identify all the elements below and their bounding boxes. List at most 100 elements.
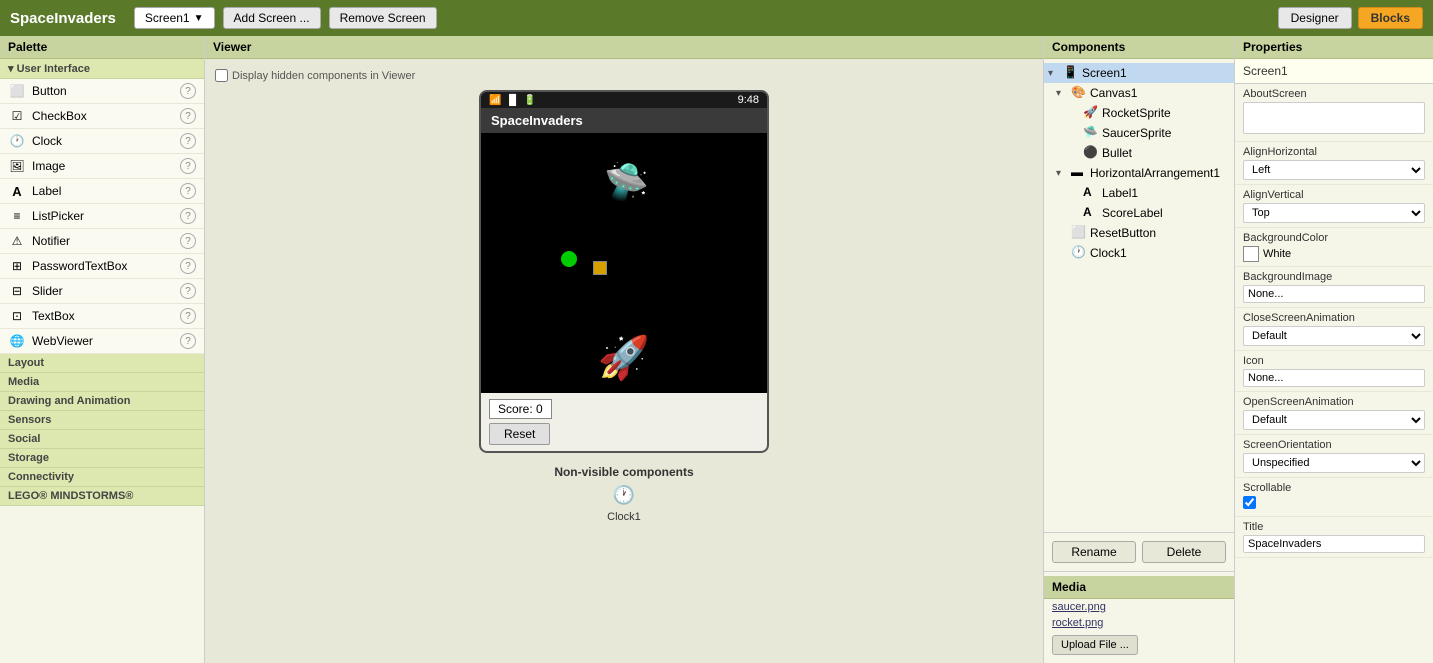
backgroundcolor-swatch[interactable] [1243,246,1259,262]
signal-icon: ▐▌ [505,95,519,106]
comp-clock1[interactable]: 🕐 Clock1 [1044,243,1234,263]
comp-canvas1[interactable]: ▾ 🎨 Canvas1 [1044,83,1234,103]
hidden-components-row: Display hidden components in Viewer [215,69,1033,82]
properties-screen-label: Screen1 [1235,59,1433,84]
game-rocket: 🚀 [598,334,650,383]
ha1-icon: ▬ [1071,165,1087,181]
game-ball [561,251,577,267]
upload-file-button[interactable]: Upload File ... [1052,635,1138,655]
prop-closescreenanimation: CloseScreenAnimation DefaultFadeZoom [1235,308,1433,351]
palette-item-listpicker[interactable]: ≡ ListPicker ? [0,204,204,229]
clock-help[interactable]: ? [180,133,196,149]
hidden-components-label: Display hidden components in Viewer [232,70,415,82]
component-actions: Rename Delete [1044,532,1234,571]
remove-screen-button[interactable]: Remove Screen [329,7,437,29]
passwordtextbox-help[interactable]: ? [180,258,196,274]
canvas1-toggle[interactable]: ▾ [1056,88,1068,99]
slider-help[interactable]: ? [180,283,196,299]
openscreenanimation-select[interactable]: DefaultFadeZoom [1243,410,1425,430]
icon-input[interactable] [1243,369,1425,387]
palette-item-label[interactable]: A Label ? [0,179,204,204]
comp-horizontalarrangement1[interactable]: ▾ ▬ HorizontalArrangement1 [1044,163,1234,183]
passwordtextbox-icon: ⊞ [8,257,26,275]
viewer-title: Viewer [205,36,1043,59]
comp-label1[interactable]: A Label1 [1044,183,1234,203]
reset-button-viewer[interactable]: Reset [489,423,550,445]
blocks-button[interactable]: Blocks [1358,7,1423,29]
checkbox-icon: ☑ [8,107,26,125]
screen1-icon: 📱 [1063,65,1079,81]
media-title: Media [1044,576,1234,599]
section-media[interactable]: Media [0,373,204,392]
palette-item-slider[interactable]: ⊟ Slider ? [0,279,204,304]
comp-rocketsprite[interactable]: 🚀 RocketSprite [1044,103,1234,123]
scrollable-checkbox[interactable] [1243,496,1256,509]
listpicker-help[interactable]: ? [180,208,196,224]
section-drawing-animation[interactable]: Drawing and Animation [0,392,204,411]
prop-title: Title [1235,517,1433,558]
saucersprite-icon: 🛸 [1083,125,1099,141]
media-section: Media saucer.png rocket.png Upload File … [1044,571,1234,663]
media-file-rocket[interactable]: rocket.png [1044,615,1234,631]
webviewer-help[interactable]: ? [180,333,196,349]
phone-frame: 📶 ▐▌ 🔋 9:48 SpaceInvaders 🛸 🚀 [479,90,769,453]
section-storage[interactable]: Storage [0,449,204,468]
section-user-interface[interactable]: ▾ User Interface [0,59,204,79]
ha1-toggle[interactable]: ▾ [1056,168,1068,179]
comp-saucersprite[interactable]: 🛸 SaucerSprite [1044,123,1234,143]
comp-resetbutton[interactable]: ⬜ ResetButton [1044,223,1234,243]
screenorientation-select[interactable]: UnspecifiedPortraitLandscape [1243,453,1425,473]
palette-item-image[interactable]: 🖼 Image ? [0,154,204,179]
palette-item-notifier[interactable]: ⚠ Notifier ? [0,229,204,254]
delete-button[interactable]: Delete [1142,541,1226,563]
rename-button[interactable]: Rename [1052,541,1136,563]
phone-container: 📶 ▐▌ 🔋 9:48 SpaceInvaders 🛸 🚀 [215,90,1033,523]
section-lego[interactable]: LEGO® MINDSTORMS® [0,487,204,506]
section-layout[interactable]: Layout [0,354,204,373]
section-sensors[interactable]: Sensors [0,411,204,430]
app-title: SpaceInvaders [10,10,116,27]
bullet-icon: ⚫ [1083,145,1099,161]
section-connectivity[interactable]: Connectivity [0,468,204,487]
palette-item-checkbox[interactable]: ☑ CheckBox ? [0,104,204,129]
prop-backgroundimage: BackgroundImage [1235,267,1433,308]
hidden-components-checkbox[interactable] [215,69,228,82]
top-right-actions: Designer Blocks [1278,7,1423,29]
button-help[interactable]: ? [180,83,196,99]
title-input[interactable] [1243,535,1425,553]
prop-scrollable: Scrollable [1235,478,1433,517]
score-box: Score: 0 [489,399,552,419]
alignvertical-select[interactable]: TopCenterBottom [1243,203,1425,223]
alignhorizontal-select[interactable]: LeftCenterRight [1243,160,1425,180]
phone-signal-icons: 📶 ▐▌ 🔋 [489,95,536,106]
label-help[interactable]: ? [180,183,196,199]
viewer-panel: Viewer Display hidden components in View… [205,36,1043,663]
screen1-toggle[interactable]: ▾ [1048,68,1060,79]
comp-bullet[interactable]: ⚫ Bullet [1044,143,1234,163]
prop-openscreenanimation: OpenScreenAnimation DefaultFadeZoom [1235,392,1433,435]
designer-button[interactable]: Designer [1278,7,1352,29]
comp-scorelabel[interactable]: A ScoreLabel [1044,203,1234,223]
aboutscreen-input[interactable] [1243,102,1425,134]
image-help[interactable]: ? [180,158,196,174]
prop-screenorientation: ScreenOrientation UnspecifiedPortraitLan… [1235,435,1433,478]
palette-title: Palette [0,36,204,59]
media-file-saucer[interactable]: saucer.png [1044,599,1234,615]
palette-item-clock[interactable]: 🕐 Clock ? [0,129,204,154]
palette-item-passwordtextbox[interactable]: ⊞ PasswordTextBox ? [0,254,204,279]
checkbox-help[interactable]: ? [180,108,196,124]
backgroundimage-input[interactable] [1243,285,1425,303]
palette-item-webviewer[interactable]: 🌐 WebViewer ? [0,329,204,354]
palette-item-button[interactable]: ⬜ Button ? [0,79,204,104]
screen1-dropdown[interactable]: Screen1 ▼ [134,7,215,29]
comp-screen1[interactable]: ▾ 📱 Screen1 [1044,63,1234,83]
game-block [593,261,607,275]
add-screen-button[interactable]: Add Screen ... [223,7,321,29]
prop-aboutscreen: AboutScreen [1235,84,1433,142]
section-social[interactable]: Social [0,430,204,449]
prop-alignhorizontal: AlignHorizontal LeftCenterRight [1235,142,1433,185]
notifier-help[interactable]: ? [180,233,196,249]
closescreenanimation-select[interactable]: DefaultFadeZoom [1243,326,1425,346]
palette-item-textbox[interactable]: ⊡ TextBox ? [0,304,204,329]
textbox-help[interactable]: ? [180,308,196,324]
